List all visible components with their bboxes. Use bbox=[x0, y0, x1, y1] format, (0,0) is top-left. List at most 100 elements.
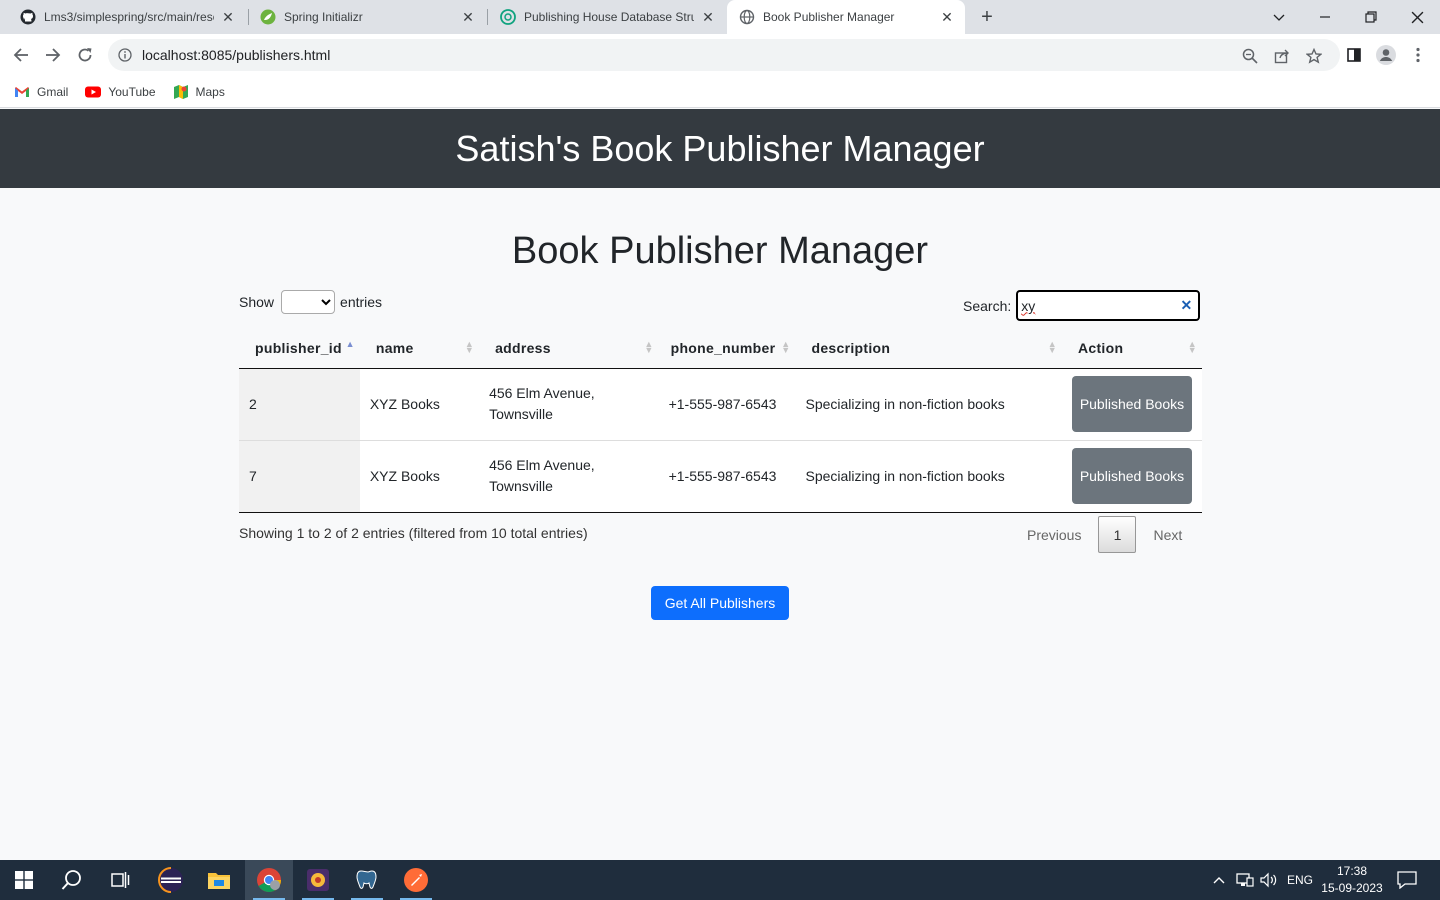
postman-icon[interactable] bbox=[392, 860, 440, 900]
column-header-action[interactable]: Action ▲ ▼ bbox=[1061, 328, 1202, 369]
table-search: Search: xy ✕ bbox=[963, 290, 1201, 321]
clock-date: 15-09-2023 bbox=[1321, 881, 1383, 895]
menu-kebab-icon[interactable] bbox=[1405, 42, 1431, 68]
previous-page-button[interactable]: Previous bbox=[1016, 516, 1092, 553]
taskbar-clock[interactable]: 17:38 15-09-2023 bbox=[1318, 863, 1386, 897]
search-icon[interactable] bbox=[48, 860, 96, 900]
tab-chatgpt[interactable]: Publishing House Database Struc ✕ bbox=[488, 0, 726, 34]
tab-spring[interactable]: Spring Initializr ✕ bbox=[248, 0, 486, 34]
globe-icon bbox=[739, 9, 755, 25]
sort-icon: ▲ ▼ bbox=[781, 339, 791, 355]
site-title: Satish's Book Publisher Manager bbox=[455, 127, 985, 169]
address-bar[interactable]: localhost:8085/publishers.html bbox=[108, 39, 1340, 71]
page-header: Satish's Book Publisher Manager bbox=[0, 109, 1440, 188]
get-all-publishers-button[interactable]: Get All Publishers bbox=[651, 586, 789, 620]
github-icon bbox=[20, 9, 36, 25]
close-icon[interactable]: ✕ bbox=[700, 9, 716, 25]
pagination: Previous 1 Next bbox=[1016, 516, 1193, 553]
share-icon[interactable] bbox=[1271, 45, 1293, 67]
browser-toolbar: localhost:8085/publishers.html bbox=[0, 34, 1440, 76]
tab-bar: Lms3/simplespring/src/main/resc ✕ Spring… bbox=[0, 0, 1440, 34]
windows-start-icon[interactable] bbox=[0, 860, 48, 900]
tab-book-publisher[interactable]: Book Publisher Manager ✕ bbox=[727, 0, 965, 34]
column-header-address[interactable]: address ▲ ▼ bbox=[479, 328, 659, 369]
chrome-icon[interactable] bbox=[245, 860, 293, 900]
close-window-icon[interactable] bbox=[1394, 0, 1440, 34]
column-header-name[interactable]: name ▲ ▼ bbox=[359, 328, 480, 369]
column-header-phone-number[interactable]: phone_number ▲ ▼ bbox=[658, 328, 796, 369]
bookmark-youtube[interactable]: YouTube bbox=[85, 84, 156, 100]
file-explorer-icon[interactable] bbox=[195, 860, 243, 900]
notifications-icon[interactable] bbox=[1397, 860, 1417, 900]
cell-name: XYZ Books bbox=[359, 440, 480, 513]
tab-title: Book Publisher Manager bbox=[763, 10, 895, 24]
close-icon[interactable]: ✕ bbox=[220, 9, 236, 25]
profile-avatar-icon[interactable] bbox=[1373, 42, 1399, 68]
clear-search-icon[interactable]: ✕ bbox=[1181, 297, 1193, 314]
column-header-publisher-id[interactable]: publisher_id ▲ bbox=[239, 328, 360, 369]
chatgpt-icon bbox=[500, 9, 516, 25]
table-row: 7 XYZ Books 456 Elm Avenue, Townsville +… bbox=[239, 440, 1202, 513]
back-icon[interactable] bbox=[8, 42, 34, 68]
cell-name: XYZ Books bbox=[359, 368, 480, 441]
reload-icon[interactable] bbox=[72, 42, 98, 68]
next-page-button[interactable]: Next bbox=[1142, 516, 1193, 553]
new-tab-button[interactable]: + bbox=[975, 5, 999, 29]
clock-time: 17:38 bbox=[1336, 864, 1368, 878]
page-title: Book Publisher Manager bbox=[511, 230, 929, 272]
info-icon[interactable] bbox=[108, 48, 142, 62]
table-header-row: publisher_id ▲ name ▲ ▼ address ▲ ▼ phone_num… bbox=[239, 328, 1202, 369]
publishers-table: publisher_id ▲ name ▲ ▼ address ▲ ▼ phone_num… bbox=[239, 328, 1202, 513]
bookmark-maps[interactable]: Maps bbox=[173, 84, 225, 100]
cell-description: Specializing in non-fiction books bbox=[795, 440, 1062, 513]
network-icon[interactable] bbox=[1236, 860, 1254, 900]
entries-select[interactable] bbox=[281, 290, 336, 314]
published-books-button[interactable]: Published Books bbox=[1071, 448, 1192, 504]
close-icon[interactable]: ✕ bbox=[939, 9, 955, 25]
page-button-current[interactable]: 1 bbox=[1098, 516, 1137, 553]
bookmark-gmail[interactable]: Gmail bbox=[14, 84, 68, 100]
language-indicator[interactable]: ENG bbox=[1287, 860, 1313, 900]
zoom-icon[interactable] bbox=[1239, 45, 1261, 67]
tab-title: Spring Initializr bbox=[284, 10, 363, 24]
minimize-icon[interactable] bbox=[1302, 0, 1348, 34]
task-view-icon[interactable] bbox=[96, 860, 144, 900]
cell-action: Published Books bbox=[1061, 440, 1202, 513]
windows-taskbar: ENG 17:38 15-09-2023 bbox=[0, 860, 1440, 900]
search-input[interactable]: xy ✕ bbox=[1016, 290, 1201, 321]
pgadmin-icon[interactable] bbox=[343, 860, 391, 900]
forward-icon[interactable] bbox=[40, 42, 66, 68]
tab-github[interactable]: Lms3/simplespring/src/main/resc ✕ bbox=[8, 0, 246, 34]
sort-icon: ▲ ▼ bbox=[1187, 339, 1197, 355]
search-label: Search: bbox=[963, 297, 1012, 314]
eclipse-icon[interactable] bbox=[147, 860, 195, 900]
tab-search-icon[interactable] bbox=[1256, 0, 1302, 34]
tab-title: Lms3/simplespring/src/main/resc bbox=[44, 10, 214, 24]
table-row: 2 XYZ Books 456 Elm Avenue, Townsville +… bbox=[239, 368, 1202, 441]
cell-address: 456 Elm Avenue, Townsville bbox=[479, 368, 659, 441]
maps-icon bbox=[173, 84, 189, 100]
close-icon[interactable]: ✕ bbox=[460, 9, 476, 25]
cell-phone-number: +1-555-987-6543 bbox=[658, 440, 796, 513]
url-text: localhost:8085/publishers.html bbox=[142, 47, 331, 63]
entries-length-control: Show entries bbox=[239, 290, 382, 314]
volume-icon[interactable] bbox=[1260, 860, 1278, 900]
show-hidden-icons-icon[interactable] bbox=[1212, 860, 1226, 900]
cell-phone-number: +1-555-987-6543 bbox=[658, 368, 796, 441]
sort-icon: ▲ ▼ bbox=[464, 339, 475, 355]
bookmark-star-icon[interactable] bbox=[1303, 45, 1325, 67]
cell-publisher-id: 2 bbox=[239, 368, 360, 441]
cell-address: 456 Elm Avenue, Townsville bbox=[479, 440, 659, 513]
gmail-icon bbox=[14, 84, 30, 100]
search-value: xy bbox=[1021, 297, 1036, 314]
restore-icon[interactable] bbox=[1348, 0, 1394, 34]
game-app-icon[interactable] bbox=[294, 860, 342, 900]
side-panel-icon[interactable] bbox=[1341, 42, 1367, 68]
sort-ascending-icon: ▲ bbox=[345, 339, 355, 349]
column-header-description[interactable]: description ▲ ▼ bbox=[795, 328, 1062, 369]
show-label: Show bbox=[239, 294, 275, 310]
published-books-button[interactable]: Published Books bbox=[1071, 376, 1192, 432]
table-info: Showing 1 to 2 of 2 entries (filtered fr… bbox=[239, 525, 588, 541]
cell-description: Specializing in non-fiction books bbox=[795, 368, 1062, 441]
youtube-icon bbox=[85, 84, 102, 100]
